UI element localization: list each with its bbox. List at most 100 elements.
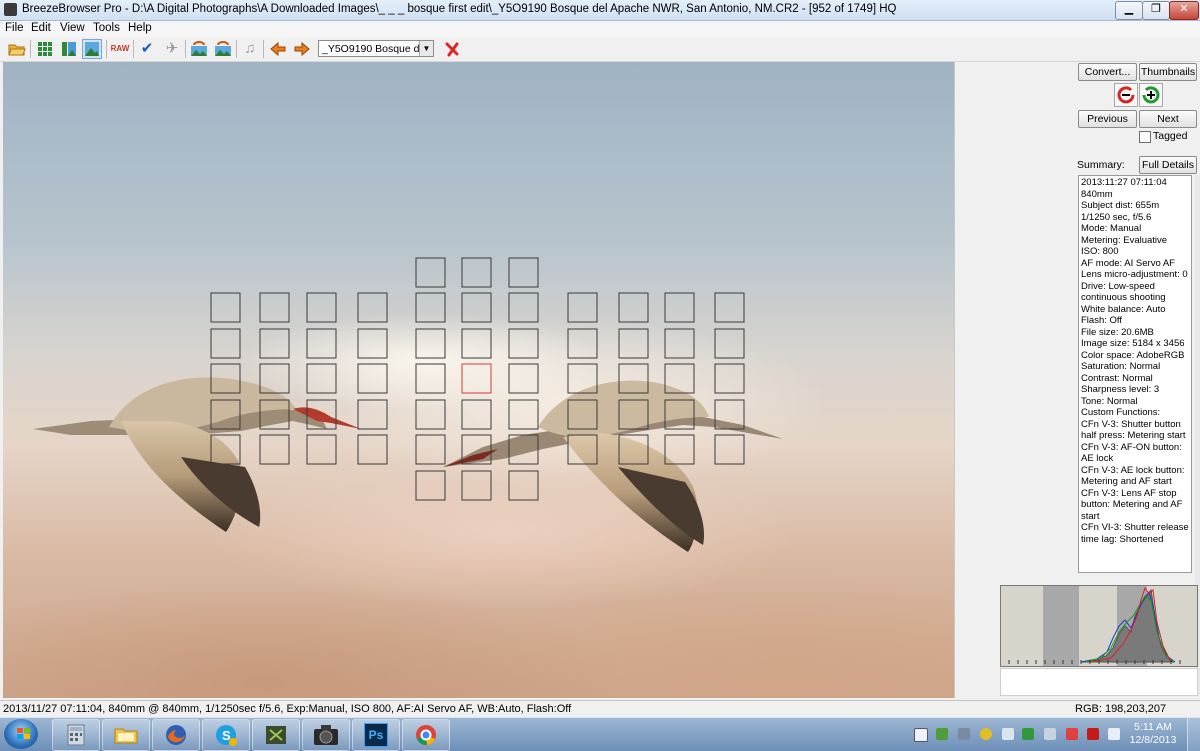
rotate-ccw-button[interactable] (1114, 83, 1138, 107)
taskbar-chrome[interactable] (402, 719, 450, 751)
tray-volume-icon[interactable] (1002, 728, 1014, 740)
tray-app-icon[interactable] (980, 728, 992, 740)
tray-display-icon[interactable] (1044, 728, 1056, 740)
tray-device-icon[interactable] (914, 728, 928, 742)
af-point (357, 292, 388, 323)
detail-line: ISO: 800 (1081, 246, 1119, 257)
rotate-ccw-icon (1117, 86, 1135, 104)
taskbar-firefox[interactable] (152, 719, 200, 751)
af-point (618, 363, 649, 394)
close-icon: ✕ (1179, 3, 1189, 15)
next-arrow-icon (294, 42, 310, 56)
taskbar-camera[interactable] (302, 719, 350, 751)
minimize-button[interactable]: ▁ (1115, 1, 1143, 20)
thumbnails-preview-icon (62, 42, 76, 56)
taskbar-photoshop[interactable]: Ps (352, 719, 400, 751)
tray-flag-icon[interactable] (1108, 728, 1120, 740)
tag-button[interactable]: ✔ (137, 39, 157, 59)
thumbnails-grid-button[interactable] (35, 39, 55, 59)
af-point (306, 363, 337, 394)
histogram (1000, 585, 1198, 667)
af-point (567, 399, 598, 430)
details-panel[interactable]: 2013:11:27 07:11:04 840mm Subject dist: 65… (1078, 175, 1192, 573)
previous-button[interactable]: Previous (1078, 110, 1137, 128)
delete-button[interactable] (442, 39, 462, 59)
af-point (714, 363, 745, 394)
af-point (461, 434, 492, 465)
af-point (357, 328, 388, 359)
image-viewer[interactable] (3, 62, 954, 698)
detail-line: Drive: Low-speed continuous shooting (1081, 280, 1166, 304)
af-point (567, 363, 598, 394)
taskbar-explorer[interactable] (102, 719, 150, 751)
untag-button[interactable]: ✈ (162, 39, 182, 59)
thumbnails-preview-button[interactable] (59, 39, 79, 59)
open-folder-button[interactable] (7, 39, 27, 59)
detail-line: Contrast: Normal (1081, 372, 1153, 384)
af-point (415, 328, 446, 359)
tagged-checkbox[interactable] (1139, 131, 1151, 143)
af-point (664, 328, 695, 359)
af-point (508, 328, 539, 359)
tray-alert-icon[interactable] (1066, 728, 1078, 740)
calculator-icon (67, 724, 85, 746)
tray-update-icon[interactable] (1022, 728, 1034, 740)
full-details-button[interactable]: Full Details (1139, 156, 1197, 174)
detail-line: Flash: Off (1081, 315, 1123, 326)
maximize-button[interactable]: ❐ (1142, 1, 1170, 20)
af-point (210, 434, 241, 465)
fullscreen-image-icon (85, 42, 99, 56)
menu-tools[interactable]: Tools (93, 22, 120, 34)
tray-signal-icon[interactable] (958, 728, 970, 740)
close-button[interactable]: ✕ (1169, 1, 1199, 20)
rotate-right-icon (215, 41, 231, 56)
af-point (259, 363, 290, 394)
previous-arrow-icon (270, 42, 286, 56)
show-desktop-button[interactable] (1187, 718, 1200, 751)
taskbar-calculator[interactable] (52, 719, 100, 751)
menu-edit[interactable]: Edit (31, 22, 51, 34)
af-point (508, 434, 539, 465)
maximize-icon: ❐ (1151, 3, 1161, 15)
slideshow-music-button[interactable]: ♫ (240, 39, 260, 59)
af-point (714, 328, 745, 359)
af-point (357, 399, 388, 430)
clock-date: 12/8/2013 (1129, 734, 1177, 746)
af-point (664, 292, 695, 323)
histogram-background (1001, 586, 1197, 666)
previous-image-button[interactable] (268, 39, 288, 59)
af-point (415, 470, 446, 501)
clock-time: 5:11 AM (1134, 721, 1172, 733)
file-select[interactable]: _Y5O9190 Bosque del ▼ (318, 40, 434, 57)
af-point (461, 292, 492, 323)
taskbar-skype[interactable]: S (202, 719, 250, 751)
af-point (508, 399, 539, 430)
menu-file[interactable]: File (5, 22, 24, 34)
detail-line: Subject dist: 655m (1081, 200, 1160, 211)
thumbnails-button[interactable]: Thumbnails (1139, 63, 1197, 81)
menu-view[interactable]: View (60, 22, 85, 34)
tray-acrobat-icon[interactable] (1087, 728, 1099, 740)
start-button[interactable] (4, 719, 38, 749)
windows-logo-icon (17, 728, 30, 739)
taskbar: S Ps 5:11 AM 12/8/2013 (0, 717, 1200, 751)
status-rgb: RGB: 198,203,207 (1075, 703, 1167, 715)
fullscreen-image-button[interactable] (82, 39, 102, 59)
next-button[interactable]: Next (1139, 110, 1197, 128)
taskbar-game[interactable] (252, 719, 300, 751)
af-point (357, 363, 388, 394)
rotate-right-button[interactable] (213, 39, 233, 59)
photoshop-icon-label: Ps (368, 728, 384, 742)
menu-help[interactable]: Help (128, 22, 152, 34)
raw-button[interactable]: RAW (110, 39, 130, 59)
tray-network-icon[interactable] (936, 728, 948, 740)
rotate-left-button[interactable] (189, 39, 209, 59)
convert-button[interactable]: Convert... (1078, 63, 1137, 81)
rotate-cw-button[interactable] (1139, 83, 1163, 107)
detail-line: 2013:11:27 07:11:04 (1081, 177, 1167, 188)
taskbar-clock[interactable]: 5:11 AM 12/8/2013 (1128, 721, 1178, 747)
af-point (306, 399, 337, 430)
detail-line: Tone: Normal (1081, 395, 1138, 407)
next-image-button[interactable] (292, 39, 312, 59)
folder-icon (114, 728, 138, 744)
